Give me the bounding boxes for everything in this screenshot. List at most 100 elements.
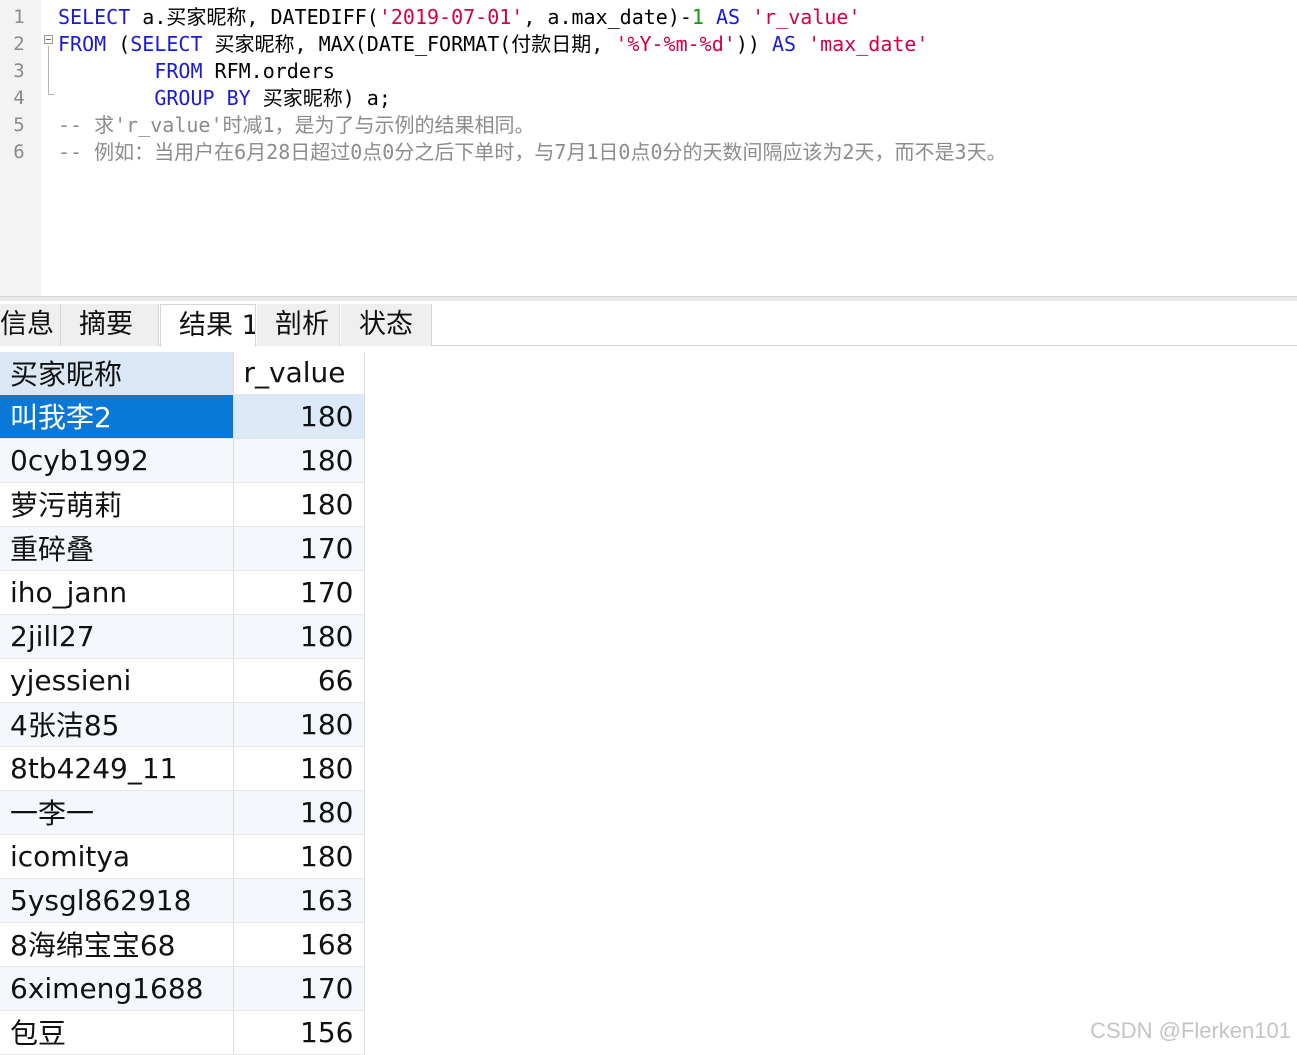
cell-r-value[interactable]: 66 (233, 658, 365, 703)
cell-buyer-nickname[interactable]: yjessieni (0, 658, 234, 703)
cell-buyer-nickname[interactable]: 6ximeng1688 (0, 966, 234, 1011)
result-grid[interactable]: 买家昵称 r_value 叫我李2 180 0cyb1992 180 萝污萌莉 180 重碎… (0, 352, 365, 1055)
fold-guide-line (48, 46, 49, 94)
cell-r-value[interactable]: 180 (233, 482, 365, 527)
cell-buyer-nickname[interactable]: 5ysgl862918 (0, 878, 234, 923)
cell-r-value[interactable]: 180 (233, 790, 365, 835)
fold-toggle-icon[interactable] (44, 35, 53, 44)
code-line[interactable]: 1 SELECT a.买家昵称, DATEDIFF('2019-07-01', a… (0, 4, 1297, 31)
cell-buyer-nickname[interactable]: 8海绵宝宝68 (0, 922, 234, 967)
cell-r-value[interactable]: 168 (233, 922, 365, 967)
sql-text: RFM.orders (202, 59, 335, 83)
cell-r-value[interactable]: 180 (233, 614, 365, 659)
code-text: -- 求'r_value'时减1，是为了与示例的结果相同。 (58, 112, 535, 139)
cell-r-value[interactable]: 156 (233, 1010, 365, 1055)
fold-guide-end (48, 94, 54, 95)
table-row[interactable]: 6ximeng1688 170 (0, 966, 365, 1011)
sql-comment: -- 求'r_value'时减1，是为了与示例的结果相同。 (58, 113, 535, 137)
table-row[interactable]: 0cyb1992 180 (0, 438, 365, 483)
grid-header-row: 买家昵称 r_value (0, 352, 365, 395)
sql-number: 1 (691, 5, 704, 29)
table-row[interactable]: 萝污萌莉 180 (0, 482, 365, 527)
code-text: FROM (SELECT 买家昵称, MAX(DATE_FORMAT(付款日期,… (58, 31, 929, 58)
tab-info[interactable]: 信息 (0, 304, 61, 346)
table-row[interactable]: iho_jann 170 (0, 570, 365, 615)
cell-buyer-nickname[interactable]: 叫我李2 (0, 394, 234, 439)
table-row[interactable]: yjessieni 66 (0, 658, 365, 703)
cell-r-value[interactable]: 170 (233, 966, 365, 1011)
cell-buyer-nickname[interactable]: 一李一 (0, 790, 234, 835)
line-number: 3 (13, 60, 25, 82)
cell-buyer-nickname[interactable]: 重碎叠 (0, 526, 234, 571)
watermark: CSDN @Flerken101 (1090, 1018, 1291, 1043)
sql-string: '%Y-%m-%d' (615, 32, 736, 56)
table-row[interactable]: 4张洁85 180 (0, 702, 365, 747)
result-tabbar: 信息 摘要 结果 1 剖析 状态 (0, 301, 1297, 347)
sql-string: '2019-07-01' (378, 5, 524, 29)
sql-string: 'r_value' (752, 5, 861, 29)
sql-editor[interactable]: 1 SELECT a.买家昵称, DATEDIFF('2019-07-01', a… (0, 0, 1297, 296)
sql-text: )) (735, 32, 772, 56)
cell-r-value[interactable]: 180 (233, 702, 365, 747)
tab-summary[interactable]: 摘要 (61, 304, 159, 346)
code-line[interactable]: 3 FROM RFM.orders (0, 58, 1297, 85)
cell-buyer-nickname[interactable]: icomitya (0, 834, 234, 879)
sql-comment: -- 例如：当用户在6月28日超过0点0分之后下单时，与7月1日0点0分的天数间… (58, 140, 1007, 164)
table-row[interactable]: 8tb4249_11 180 (0, 746, 365, 791)
sql-text: ( (106, 32, 131, 56)
cell-buyer-nickname[interactable]: 2jill27 (0, 614, 234, 659)
sql-keyword: SELECT (58, 5, 131, 29)
table-row[interactable]: 重碎叠 170 (0, 526, 365, 571)
code-text: GROUP BY 买家昵称) a; (58, 85, 391, 112)
sql-string: 'max_date' (808, 32, 929, 56)
cell-r-value[interactable]: 180 (233, 394, 365, 439)
table-row[interactable]: 一李一 180 (0, 790, 365, 835)
table-row[interactable]: 2jill27 180 (0, 614, 365, 659)
cell-r-value[interactable]: 170 (233, 526, 365, 571)
table-row[interactable]: icomitya 180 (0, 834, 365, 879)
code-text: -- 例如：当用户在6月28日超过0点0分之后下单时，与7月1日0点0分的天数间… (58, 139, 1007, 166)
cell-buyer-nickname[interactable]: 包豆 (0, 1010, 234, 1055)
line-number: 1 (13, 6, 25, 28)
line-number: 6 (13, 141, 25, 163)
cell-buyer-nickname[interactable]: iho_jann (0, 570, 234, 615)
sql-keyword: FROM (154, 59, 203, 83)
column-header-buyer-nickname[interactable]: 买家昵称 (0, 352, 234, 395)
sql-keyword: SELECT (130, 32, 203, 56)
table-row[interactable]: 5ysgl862918 163 (0, 878, 365, 923)
sql-keyword: AS (716, 5, 741, 29)
code-line[interactable]: 5 -- 求'r_value'时减1，是为了与示例的结果相同。 (0, 112, 1297, 139)
cell-buyer-nickname[interactable]: 4张洁85 (0, 702, 234, 747)
column-header-r-value[interactable]: r_value (233, 352, 365, 395)
table-row[interactable]: 叫我李2 180 (0, 394, 365, 439)
table-row[interactable]: 8海绵宝宝68 168 (0, 922, 365, 967)
cell-buyer-nickname[interactable]: 0cyb1992 (0, 438, 234, 483)
cell-buyer-nickname[interactable]: 8tb4249_11 (0, 746, 234, 791)
tab-result-1[interactable]: 结果 1 (160, 304, 256, 347)
cell-buyer-nickname[interactable]: 萝污萌莉 (0, 482, 234, 527)
code-line[interactable]: 4 GROUP BY 买家昵称) a; (0, 85, 1297, 112)
code-text: FROM RFM.orders (58, 58, 335, 85)
line-number: 4 (13, 87, 25, 109)
tab-profile[interactable]: 剖析 (257, 304, 340, 346)
line-number: 5 (13, 114, 25, 136)
sql-text: a.买家昵称, DATEDIFF( (130, 5, 379, 29)
tab-status[interactable]: 状态 (341, 304, 432, 346)
table-row[interactable]: 包豆 156 (0, 1010, 365, 1055)
cell-r-value[interactable]: 163 (233, 878, 365, 923)
code-line[interactable]: 6 -- 例如：当用户在6月28日超过0点0分之后下单时，与7月1日0点0分的天数… (0, 139, 1297, 166)
sql-text: 买家昵称, MAX(DATE_FORMAT(付款日期, (202, 32, 616, 56)
sql-keyword: FROM (58, 32, 107, 56)
sql-text: , a.max_date)- (523, 5, 692, 29)
cell-r-value[interactable]: 170 (233, 570, 365, 615)
sql-text: 买家昵称) a; (250, 86, 391, 110)
code-text: SELECT a.买家昵称, DATEDIFF('2019-07-01', a.… (58, 4, 861, 31)
code-line[interactable]: 2 FROM (SELECT 买家昵称, MAX(DATE_FORMAT(付款日期… (0, 31, 1297, 58)
cell-r-value[interactable]: 180 (233, 834, 365, 879)
cell-r-value[interactable]: 180 (233, 746, 365, 791)
cell-r-value[interactable]: 180 (233, 438, 365, 483)
